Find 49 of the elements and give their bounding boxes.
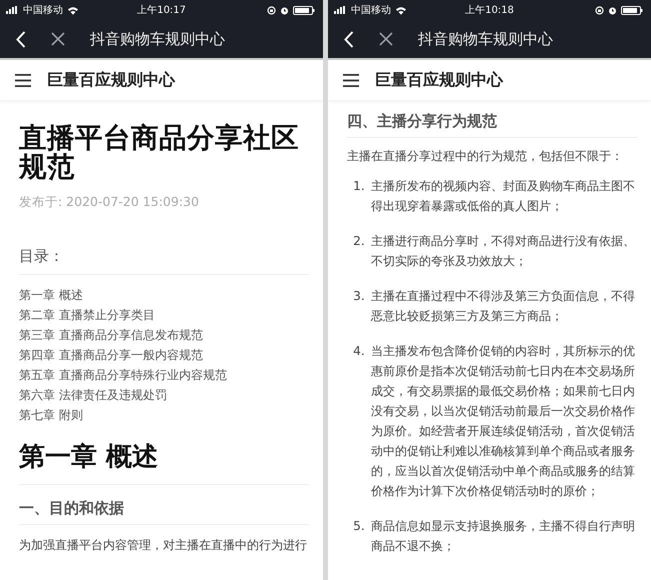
alarm-icon (608, 6, 617, 14)
list-item-text: 主播所发布的视频内容、封面及购物车商品主图不得出现穿着暴露或低俗的真人图片； (371, 178, 636, 215)
site-title: 巨量百应规则中心 (375, 70, 503, 90)
document-title: 直播平台商品分享社区规范 (19, 124, 300, 182)
publish-date: 发布于: 2020-07-20 15:09:30 (19, 194, 200, 211)
close-icon[interactable] (379, 32, 393, 46)
battery-icon (621, 6, 643, 14)
paragraph: 主播在直播分享过程中的行为规范，包括但不限于： (347, 148, 624, 165)
toc-link[interactable]: 第七章 附则 (19, 405, 309, 425)
wifi-icon (67, 6, 79, 14)
status-time: 上午10:18 (465, 4, 514, 17)
page-title: 抖音购物车规则中心 (418, 30, 553, 48)
toc-link[interactable]: 第二章 直播禁止分享类目 (19, 305, 309, 325)
menu-icon[interactable] (15, 74, 31, 86)
section-heading: 一、目的和依据 (19, 485, 309, 525)
list-item-text: 主播进行商品分享时，不得对商品进行没有依据、不切实际的夸张及功效放大； (371, 233, 636, 270)
list-number: 5. (352, 518, 366, 535)
site-title: 巨量百应规则中心 (47, 70, 175, 90)
rotation-lock-icon (595, 6, 604, 14)
carrier-name: 中国移动 (23, 4, 63, 17)
toc-heading: 目录： (19, 247, 309, 275)
carrier-name: 中国移动 (351, 4, 391, 17)
wifi-icon (395, 6, 407, 14)
toc-link[interactable]: 第一章 概述 (19, 285, 309, 305)
battery-icon (293, 6, 315, 14)
page-title: 抖音购物车规则中心 (90, 30, 225, 48)
chapter-heading: 第一章 概述 (19, 439, 309, 485)
paragraph: 为加强直播平台内容管理，对主播在直播中的行为进行 (19, 537, 308, 554)
rotation-lock-icon (267, 6, 276, 14)
list-item-text: 主播在直播过程中不得涉及第三方负面信息，不得恶意比较贬损第三方及第三方商品； (371, 288, 636, 325)
list-number: 1. (352, 178, 366, 195)
list-item-text: 商品信息如显示支持退换服务，主播不得自行声明商品不退不换； (371, 518, 636, 555)
section-heading: 四、主播分享行为规范 (347, 108, 637, 138)
list-number: 4. (352, 343, 366, 360)
list-number: 3. (352, 288, 366, 305)
signal-icon (6, 6, 19, 14)
status-time: 上午10:17 (137, 4, 186, 17)
toc-link[interactable]: 第三章 直播商品分享信息发布规范 (19, 325, 309, 345)
back-icon[interactable] (344, 30, 354, 48)
toc-link[interactable]: 第五章 直播商品分享特殊行业内容规范 (19, 365, 309, 385)
list-number: 2. (352, 233, 366, 250)
signal-icon (334, 6, 347, 14)
toc-link[interactable]: 第六章 法律责任及违规处罚 (19, 385, 309, 405)
back-icon[interactable] (16, 30, 26, 48)
close-icon[interactable] (51, 32, 65, 46)
menu-icon[interactable] (343, 74, 359, 86)
list-item-text: 当主播发布包含降价促销的内容时，其所标示的优惠前原价是指本次促销活动前七日内在本交易场所成交，有交易票据的最低交易价格；如果前七日内没有交易，以当次促销活动前最后一次交易价格作为原价。如经营者开展连续促销活动，首次促销活动中的促销让利难以准确核算到单个商品或者服务的，应当以首次促销活动中单个商品或服务的结算价格作为计算下次价格促销活动时的原价； (371, 343, 636, 500)
alarm-icon (280, 6, 289, 14)
toc-link[interactable]: 第四章 直播商品分享一般内容规范 (19, 345, 309, 365)
